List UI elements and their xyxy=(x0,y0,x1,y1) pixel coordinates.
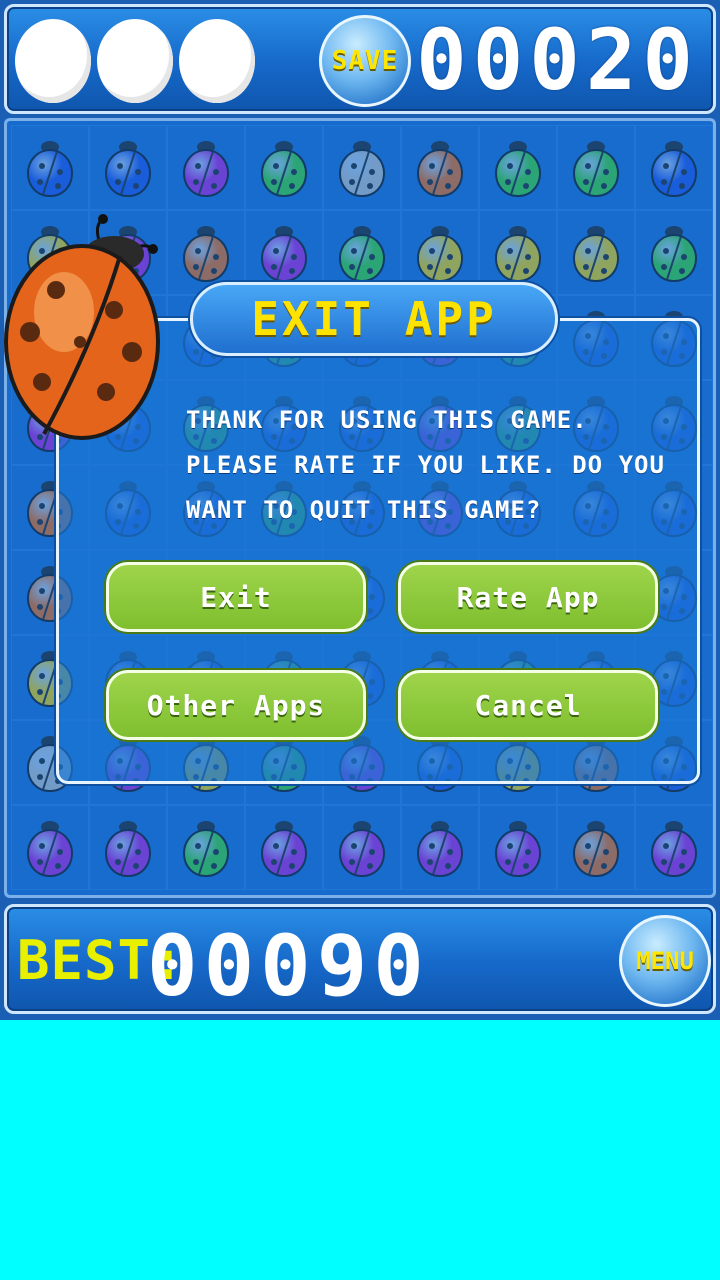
other-apps-button[interactable]: Other Apps xyxy=(106,670,366,740)
game-screen: SAVE 00020 EXIT APP Thank for using this… xyxy=(0,0,720,1020)
cancel-button[interactable]: Cancel xyxy=(398,670,658,740)
life-indicator xyxy=(97,19,173,103)
top-bar: SAVE 00020 xyxy=(4,4,716,114)
bottom-bar: BEST: 00090 MENU xyxy=(4,904,716,1015)
save-button[interactable]: SAVE xyxy=(319,15,411,107)
dialog-title-banner: EXIT APP xyxy=(190,282,558,356)
rate-app-button[interactable]: Rate App xyxy=(398,562,658,632)
dialog-message: Thank for using this game. Please rate i… xyxy=(186,406,665,524)
exit-button[interactable]: Exit xyxy=(106,562,366,632)
life-indicator xyxy=(179,19,255,103)
best-score-display: 00090 xyxy=(147,917,430,1015)
menu-button[interactable]: MENU xyxy=(619,915,711,1007)
life-indicator xyxy=(15,19,91,103)
score-display: 00020 xyxy=(416,11,699,109)
dialog-title: EXIT APP xyxy=(251,292,497,346)
ladybug-mascot-icon xyxy=(4,214,160,440)
